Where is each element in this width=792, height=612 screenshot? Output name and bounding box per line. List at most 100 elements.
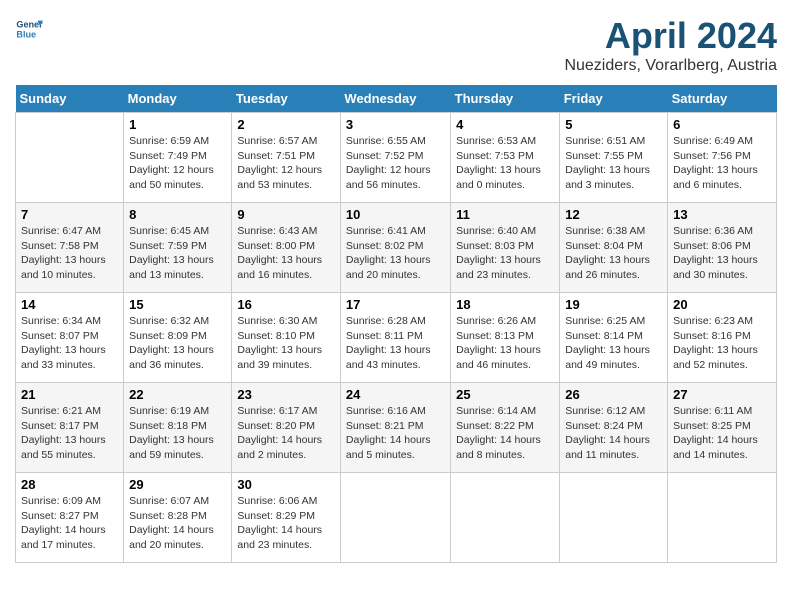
calendar-cell: 22 Sunrise: 6:19 AM Sunset: 8:18 PM Dayli… xyxy=(124,383,232,473)
calendar-cell: 24Sunrise: 6:16 AM Sunset: 8:21 PM Dayli… xyxy=(340,383,450,473)
day-number: 5 xyxy=(565,117,662,132)
day-number: 1 xyxy=(129,117,226,132)
calendar-cell: 13 Sunrise: 6:36 AM Sunset: 8:06 PM Dayli… xyxy=(668,203,777,293)
calendar-cell: 19 Sunrise: 6:25 AM Sunset: 8:14 PM Dayli… xyxy=(560,293,668,383)
day-info: Sunrise: 6:09 AM Sunset: 8:27 PM Dayligh… xyxy=(21,494,118,553)
day-number: 15 xyxy=(129,297,226,312)
day-info: Sunrise: 6:26 AM Sunset: 8:13 PM Dayligh… xyxy=(456,314,554,373)
day-info: Sunrise: 6:21 AM Sunset: 8:17 PM Dayligh… xyxy=(21,404,118,463)
calendar-cell: 1 Sunrise: 6:59 AM Sunset: 7:49 PM Daylig… xyxy=(124,113,232,203)
title-section: April 2024 Nueziders, Vorarlberg, Austri… xyxy=(564,15,777,75)
day-info: Sunrise: 6:51 AM Sunset: 7:55 PM Dayligh… xyxy=(565,134,662,193)
calendar-cell: 9 Sunrise: 6:43 AM Sunset: 8:00 PM Daylig… xyxy=(232,203,341,293)
day-info: Sunrise: 6:47 AM Sunset: 7:58 PM Dayligh… xyxy=(21,224,118,283)
calendar-week-row: 28 Sunrise: 6:09 AM Sunset: 8:27 PM Dayli… xyxy=(16,473,777,563)
day-number: 7 xyxy=(21,207,118,222)
header-friday: Friday xyxy=(560,85,668,113)
day-info: Sunrise: 6:49 AM Sunset: 7:56 PM Dayligh… xyxy=(673,134,771,193)
calendar-cell: 23 Sunrise: 6:17 AM Sunset: 8:20 PM Dayli… xyxy=(232,383,341,473)
day-number: 21 xyxy=(21,387,118,402)
day-info: Sunrise: 6:25 AM Sunset: 8:14 PM Dayligh… xyxy=(565,314,662,373)
day-number: 28 xyxy=(21,477,118,492)
calendar-cell: 30 Sunrise: 6:06 AM Sunset: 8:29 PM Dayli… xyxy=(232,473,341,563)
calendar-cell: 12 Sunrise: 6:38 AM Sunset: 8:04 PM Dayli… xyxy=(560,203,668,293)
calendar-cell: 17 Sunrise: 6:28 AM Sunset: 8:11 PM Dayli… xyxy=(340,293,450,383)
calendar-cell: 14 Sunrise: 6:34 AM Sunset: 8:07 PM Dayli… xyxy=(16,293,124,383)
day-info: Sunrise: 6:45 AM Sunset: 7:59 PM Dayligh… xyxy=(129,224,226,283)
calendar-cell: 3 Sunrise: 6:55 AM Sunset: 7:52 PM Daylig… xyxy=(340,113,450,203)
calendar-cell: 15 Sunrise: 6:32 AM Sunset: 8:09 PM Dayli… xyxy=(124,293,232,383)
day-number: 8 xyxy=(129,207,226,222)
calendar-cell: 29Sunrise: 6:07 AM Sunset: 8:28 PM Dayli… xyxy=(124,473,232,563)
calendar-cell: 7 Sunrise: 6:47 AM Sunset: 7:58 PM Daylig… xyxy=(16,203,124,293)
calendar-cell: 8 Sunrise: 6:45 AM Sunset: 7:59 PM Daylig… xyxy=(124,203,232,293)
header-sunday: Sunday xyxy=(16,85,124,113)
svg-text:Blue: Blue xyxy=(16,29,36,39)
day-info: Sunrise: 6:55 AM Sunset: 7:52 PM Dayligh… xyxy=(346,134,445,193)
day-number: 9 xyxy=(237,207,335,222)
day-info: Sunrise: 6:06 AM Sunset: 8:29 PM Dayligh… xyxy=(237,494,335,553)
day-info: Sunrise: 6:14 AM Sunset: 8:22 PM Dayligh… xyxy=(456,404,554,463)
day-info: Sunrise: 6:40 AM Sunset: 8:03 PM Dayligh… xyxy=(456,224,554,283)
calendar-cell: 4 Sunrise: 6:53 AM Sunset: 7:53 PM Daylig… xyxy=(451,113,560,203)
calendar-week-row: 21 Sunrise: 6:21 AM Sunset: 8:17 PM Dayli… xyxy=(16,383,777,473)
day-number: 4 xyxy=(456,117,554,132)
calendar-table: Sunday Monday Tuesday Wednesday Thursday… xyxy=(15,85,777,563)
calendar-cell: 16Sunrise: 6:30 AM Sunset: 8:10 PM Dayli… xyxy=(232,293,341,383)
day-info: Sunrise: 6:17 AM Sunset: 8:20 PM Dayligh… xyxy=(237,404,335,463)
day-info: Sunrise: 6:36 AM Sunset: 8:06 PM Dayligh… xyxy=(673,224,771,283)
day-info: Sunrise: 6:43 AM Sunset: 8:00 PM Dayligh… xyxy=(237,224,335,283)
calendar-week-row: 7 Sunrise: 6:47 AM Sunset: 7:58 PM Daylig… xyxy=(16,203,777,293)
day-number: 22 xyxy=(129,387,226,402)
calendar-cell: 2Sunrise: 6:57 AM Sunset: 7:51 PM Daylig… xyxy=(232,113,341,203)
day-info: Sunrise: 6:53 AM Sunset: 7:53 PM Dayligh… xyxy=(456,134,554,193)
day-number: 26 xyxy=(565,387,662,402)
day-number: 10 xyxy=(346,207,445,222)
day-number: 29 xyxy=(129,477,226,492)
day-info: Sunrise: 6:41 AM Sunset: 8:02 PM Dayligh… xyxy=(346,224,445,283)
day-number: 14 xyxy=(21,297,118,312)
page-header: General Blue April 2024 Nueziders, Vorar… xyxy=(15,15,777,75)
day-number: 12 xyxy=(565,207,662,222)
day-number: 6 xyxy=(673,117,771,132)
day-number: 27 xyxy=(673,387,771,402)
calendar-cell xyxy=(560,473,668,563)
calendar-cell: 28 Sunrise: 6:09 AM Sunset: 8:27 PM Dayli… xyxy=(16,473,124,563)
day-info: Sunrise: 6:38 AM Sunset: 8:04 PM Dayligh… xyxy=(565,224,662,283)
day-number: 11 xyxy=(456,207,554,222)
day-number: 25 xyxy=(456,387,554,402)
day-info: Sunrise: 6:12 AM Sunset: 8:24 PM Dayligh… xyxy=(565,404,662,463)
header-saturday: Saturday xyxy=(668,85,777,113)
calendar-cell xyxy=(668,473,777,563)
day-info: Sunrise: 6:28 AM Sunset: 8:11 PM Dayligh… xyxy=(346,314,445,373)
logo-icon: General Blue xyxy=(15,15,43,43)
calendar-cell: 26 Sunrise: 6:12 AM Sunset: 8:24 PM Dayli… xyxy=(560,383,668,473)
calendar-week-row: 14 Sunrise: 6:34 AM Sunset: 8:07 PM Dayli… xyxy=(16,293,777,383)
logo: General Blue xyxy=(15,15,43,43)
day-info: Sunrise: 6:32 AM Sunset: 8:09 PM Dayligh… xyxy=(129,314,226,373)
day-number: 23 xyxy=(237,387,335,402)
day-number: 3 xyxy=(346,117,445,132)
calendar-cell: 25 Sunrise: 6:14 AM Sunset: 8:22 PM Dayli… xyxy=(451,383,560,473)
calendar-week-row: 1 Sunrise: 6:59 AM Sunset: 7:49 PM Daylig… xyxy=(16,113,777,203)
calendar-cell xyxy=(16,113,124,203)
day-info: Sunrise: 6:19 AM Sunset: 8:18 PM Dayligh… xyxy=(129,404,226,463)
day-number: 17 xyxy=(346,297,445,312)
calendar-cell xyxy=(451,473,560,563)
day-info: Sunrise: 6:23 AM Sunset: 8:16 PM Dayligh… xyxy=(673,314,771,373)
day-number: 19 xyxy=(565,297,662,312)
calendar-cell: 5 Sunrise: 6:51 AM Sunset: 7:55 PM Daylig… xyxy=(560,113,668,203)
calendar-cell: 21 Sunrise: 6:21 AM Sunset: 8:17 PM Dayli… xyxy=(16,383,124,473)
day-info: Sunrise: 6:59 AM Sunset: 7:49 PM Dayligh… xyxy=(129,134,226,193)
calendar-cell: 27Sunrise: 6:11 AM Sunset: 8:25 PM Dayli… xyxy=(668,383,777,473)
calendar-cell: 11 Sunrise: 6:40 AM Sunset: 8:03 PM Dayli… xyxy=(451,203,560,293)
header-thursday: Thursday xyxy=(451,85,560,113)
day-number: 20 xyxy=(673,297,771,312)
day-number: 30 xyxy=(237,477,335,492)
day-number: 13 xyxy=(673,207,771,222)
header-wednesday: Wednesday xyxy=(340,85,450,113)
day-number: 16 xyxy=(237,297,335,312)
day-info: Sunrise: 6:57 AM Sunset: 7:51 PM Dayligh… xyxy=(237,134,335,193)
calendar-cell xyxy=(340,473,450,563)
day-info: Sunrise: 6:34 AM Sunset: 8:07 PM Dayligh… xyxy=(21,314,118,373)
